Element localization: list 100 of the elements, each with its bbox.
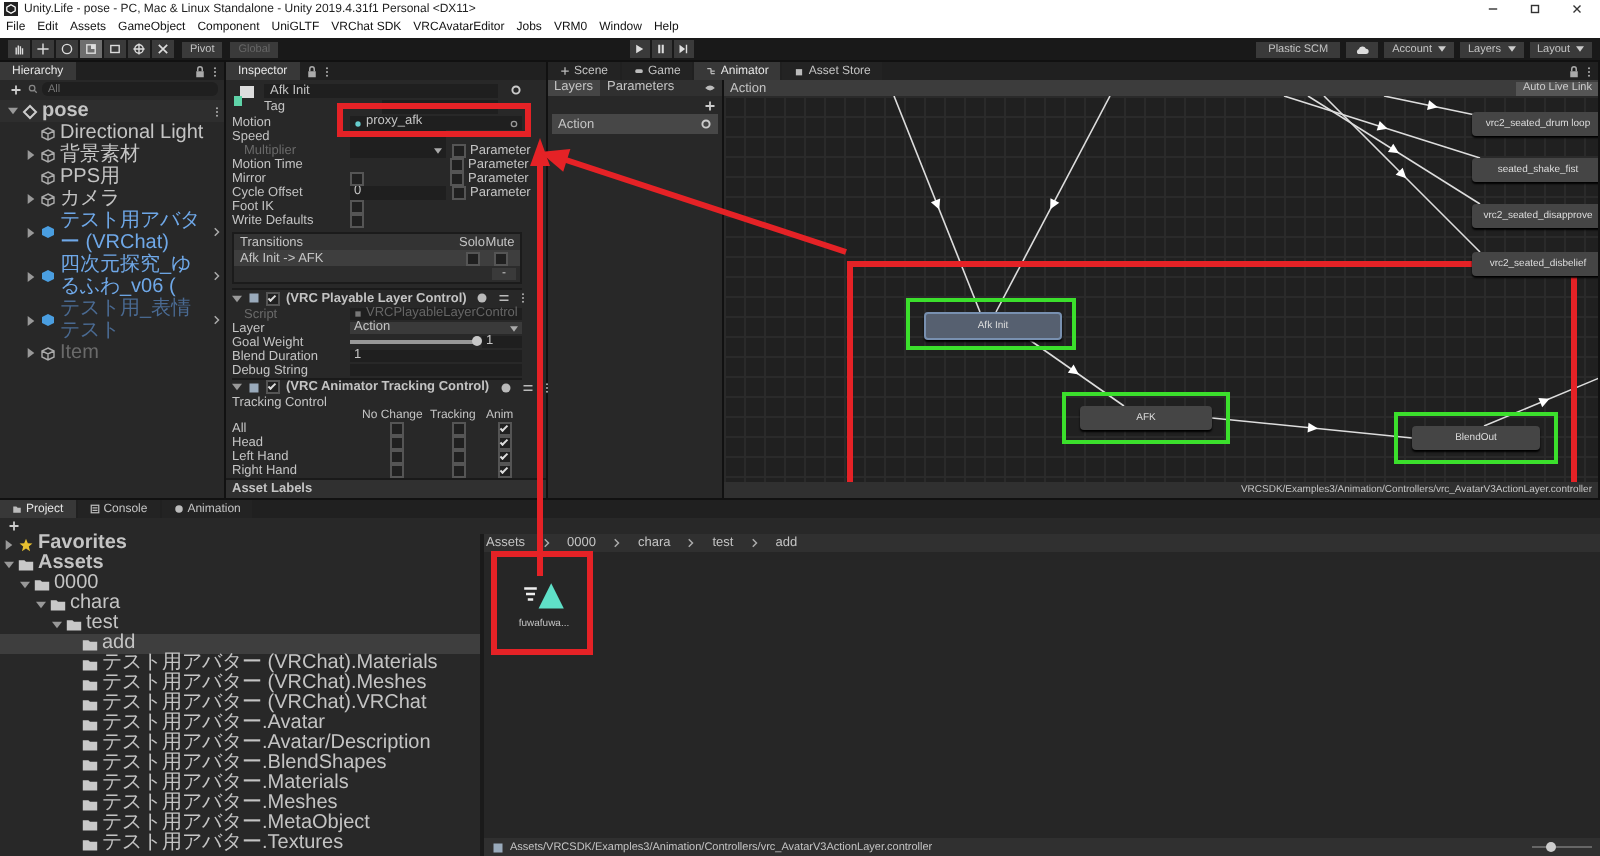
- checkbox[interactable]: [497, 450, 511, 464]
- sliders-icon[interactable]: [498, 292, 511, 305]
- tool-button[interactable]: [56, 40, 78, 58]
- hierarchy-item[interactable]: Directional Light: [60, 122, 220, 144]
- checkbox[interactable]: [451, 422, 465, 436]
- expand-arrow-icon[interactable]: [232, 293, 242, 304]
- plus-icon[interactable]: [10, 83, 22, 95]
- transition-arrow[interactable]: [1283, 96, 1481, 159]
- folder-item[interactable]: テスト用アバター.MetaObject: [102, 814, 370, 834]
- folder-item[interactable]: テスト用アバター.BlendShapes: [102, 754, 387, 774]
- folder-item[interactable]: Favorites: [38, 534, 127, 554]
- expand-arrow-icon[interactable]: [8, 106, 18, 116]
- checkbox[interactable]: [389, 464, 403, 478]
- hierarchy-item[interactable]: テスト用アバター (VRChat): [60, 210, 210, 254]
- target-icon[interactable]: [510, 119, 518, 127]
- transition-arrow[interactable]: [1483, 375, 1598, 427]
- eye-icon[interactable]: [704, 82, 716, 94]
- checkbox[interactable]: [389, 436, 403, 450]
- help-icon[interactable]: [476, 292, 489, 305]
- folder-item[interactable]: テスト用アバター (VRChat).Materials: [102, 654, 438, 674]
- checkbox[interactable]: [389, 422, 403, 436]
- folder-item[interactable]: add: [102, 634, 136, 654]
- plus-icon[interactable]: [704, 99, 716, 111]
- expand-arrow-icon[interactable]: [4, 559, 14, 569]
- tool-button[interactable]: [8, 40, 30, 58]
- expand-arrow-icon[interactable]: [26, 348, 36, 358]
- expand-arrow-icon[interactable]: [52, 619, 62, 629]
- folder-item[interactable]: 0000: [54, 574, 99, 594]
- folder-item[interactable]: テスト用アバター (VRChat).VRChat: [102, 694, 427, 714]
- expand-arrow-icon[interactable]: [26, 227, 36, 237]
- expand-arrow-icon[interactable]: [26, 194, 36, 204]
- checkbox[interactable]: [497, 422, 511, 436]
- checkbox[interactable]: [350, 172, 364, 186]
- playback-button[interactable]: [673, 40, 694, 58]
- chevron-right-icon[interactable]: [214, 226, 220, 238]
- checkbox[interactable]: [350, 200, 364, 214]
- transition-arrow[interactable]: [1323, 96, 1481, 253]
- expand-arrow-icon[interactable]: [26, 150, 36, 160]
- checkbox[interactable]: [450, 172, 464, 186]
- folder-item[interactable]: test: [86, 614, 119, 634]
- folder-item[interactable]: テスト用アバター.Meshes: [102, 794, 338, 814]
- checkbox[interactable]: [451, 464, 465, 478]
- expand-arrow-icon[interactable]: [26, 271, 36, 281]
- hierarchy-item[interactable]: 背景素材: [60, 144, 220, 166]
- lock-icon[interactable]: [194, 65, 206, 77]
- hierarchy-item[interactable]: PPS用: [60, 166, 220, 188]
- folder-item[interactable]: テスト用アバター.Avatar: [102, 714, 325, 734]
- maximize-icon[interactable]: [1528, 2, 1542, 16]
- checkbox[interactable]: [450, 158, 464, 172]
- playback-button[interactable]: [651, 40, 672, 58]
- hierarchy-item[interactable]: カメラ: [60, 188, 220, 210]
- gear-icon[interactable]: [510, 84, 522, 96]
- gear-icon[interactable]: [700, 118, 712, 130]
- hierarchy-item[interactable]: 四次元探究_ゆるふわ_v06 (: [60, 254, 210, 298]
- checkbox[interactable]: [350, 214, 364, 228]
- transition-arrow[interactable]: [1023, 335, 1125, 407]
- tool-button[interactable]: [32, 40, 54, 58]
- checkbox[interactable]: [465, 251, 479, 265]
- checkbox[interactable]: [266, 291, 280, 306]
- expand-arrow-icon[interactable]: [26, 315, 36, 325]
- slider-thumb[interactable]: [471, 336, 481, 347]
- tool-button[interactable]: [128, 40, 150, 58]
- help-icon[interactable]: [499, 381, 512, 394]
- lock-icon[interactable]: [1568, 65, 1580, 77]
- checkbox[interactable]: [452, 186, 466, 200]
- folder-item[interactable]: Assets: [38, 554, 104, 574]
- expand-arrow-icon[interactable]: [36, 599, 46, 609]
- checkbox[interactable]: [451, 436, 465, 450]
- minimize-icon[interactable]: [1486, 2, 1500, 16]
- dropdown-field[interactable]: [350, 144, 446, 158]
- expand-arrow-icon[interactable]: [4, 539, 14, 549]
- checkbox[interactable]: [497, 436, 511, 450]
- cloud-button[interactable]: [1346, 41, 1379, 57]
- expand-arrow-icon[interactable]: [20, 579, 30, 589]
- sliders-icon[interactable]: [521, 381, 534, 394]
- transition-arrow[interactable]: [893, 96, 981, 313]
- checkbox[interactable]: [493, 251, 507, 265]
- checkbox[interactable]: [497, 464, 511, 478]
- playback-button[interactable]: [629, 40, 650, 58]
- checkbox[interactable]: [266, 380, 280, 395]
- checkbox[interactable]: [389, 450, 403, 464]
- chevron-right-icon[interactable]: [214, 270, 220, 282]
- transition-arrow[interactable]: [995, 96, 1111, 313]
- close-icon[interactable]: [1570, 2, 1584, 16]
- expand-arrow-icon[interactable]: [232, 382, 242, 393]
- checkbox[interactable]: [451, 450, 465, 464]
- slider-thumb[interactable]: [1545, 841, 1555, 852]
- folder-item[interactable]: chara: [70, 594, 121, 614]
- plus-icon[interactable]: [8, 520, 20, 532]
- chevron-right-icon[interactable]: [214, 314, 220, 326]
- folder-item[interactable]: テスト用アバター.Textures: [102, 834, 344, 854]
- folder-item[interactable]: テスト用アバター (VRChat).Meshes: [102, 674, 427, 694]
- tool-button[interactable]: [152, 40, 174, 58]
- lock-icon[interactable]: [305, 65, 318, 77]
- transition-arrow[interactable]: [1307, 96, 1481, 205]
- tool-button[interactable]: [104, 40, 126, 58]
- tool-button[interactable]: [80, 40, 102, 58]
- folder-item[interactable]: テスト用アバター.Avatar/Description: [102, 734, 431, 754]
- folder-item[interactable]: テスト用アバター.Materials: [102, 774, 349, 794]
- transition-arrow[interactable]: [1211, 417, 1413, 439]
